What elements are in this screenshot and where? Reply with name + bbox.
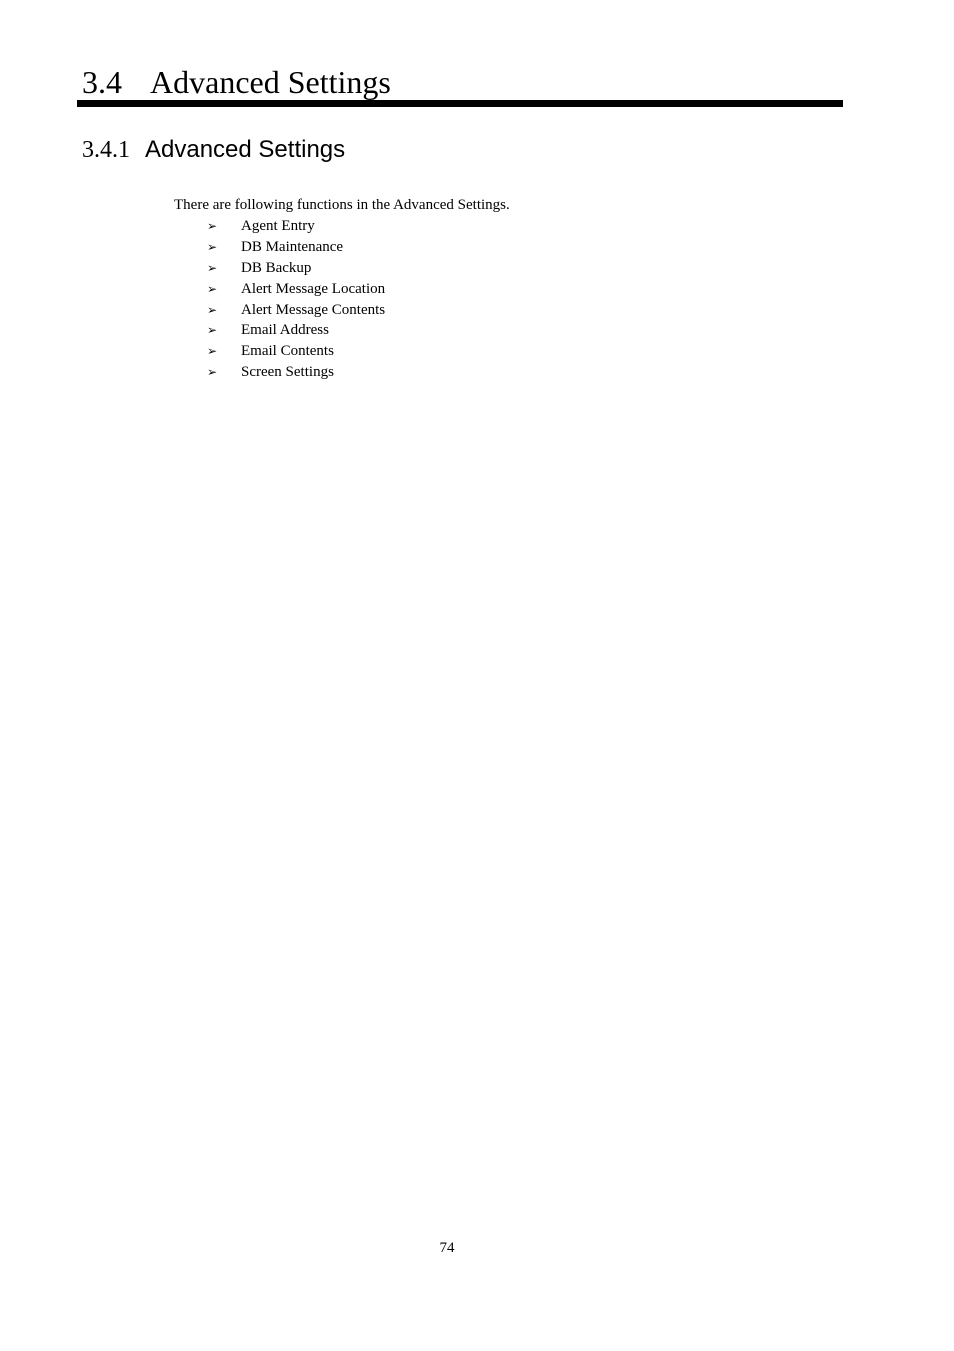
intro-paragraph: There are following functions in the Adv… [174,197,510,213]
list-item: ➢ Agent Entry [207,216,385,237]
list-item-label: Alert Message Location [241,280,386,297]
functions-list: ➢ Agent Entry ➢ DB Maintenance ➢ DB Backup … [207,216,385,383]
list-item: ➢ Alert Message Contents [207,300,385,321]
arrowhead-bullet-icon: ➢ [207,344,218,359]
list-item-label: Alert Message Contents [241,301,386,318]
list-item: ➢ Email Contents [207,341,385,362]
arrowhead-bullet-icon: ➢ [207,219,218,233]
arrowhead-bullet-icon: ➢ [207,302,218,317]
list-item-label: Email Contents [241,343,334,360]
arrowhead-bullet-icon: ➢ [207,365,218,380]
list-item-label: DB Backup [241,259,312,276]
arrowhead-bullet-icon: ➢ [207,260,218,275]
list-item: ➢ DB Maintenance [207,237,385,258]
section-title: Advanced Settings [150,64,391,100]
subsection-number: 3.4.1 [82,137,130,163]
list-item: ➢ Email Address [207,320,385,341]
arrowhead-bullet-icon: ➢ [207,239,218,254]
list-item-label: Screen Settings [241,364,334,381]
section-number: 3.4 [82,64,122,100]
subsection-heading: 3.4.1 Advanced Settings [82,134,345,169]
arrowhead-bullet-icon: ➢ [207,281,218,296]
list-item-label: Agent Entry [241,218,315,234]
arrowhead-bullet-icon: ➢ [207,323,218,338]
list-item: ➢ Screen Settings [207,362,385,383]
section-heading: 3.4 Advanced Settings [82,60,391,104]
subsection-title: Advanced Settings [145,136,346,163]
list-item-label: DB Maintenance [241,238,344,255]
list-item-label: Email Address [241,322,329,339]
heading-rule [77,100,843,107]
page-number: 74 [439,1240,455,1256]
list-item: ➢ Alert Message Location [207,279,385,300]
list-item: ➢ DB Backup [207,258,385,279]
